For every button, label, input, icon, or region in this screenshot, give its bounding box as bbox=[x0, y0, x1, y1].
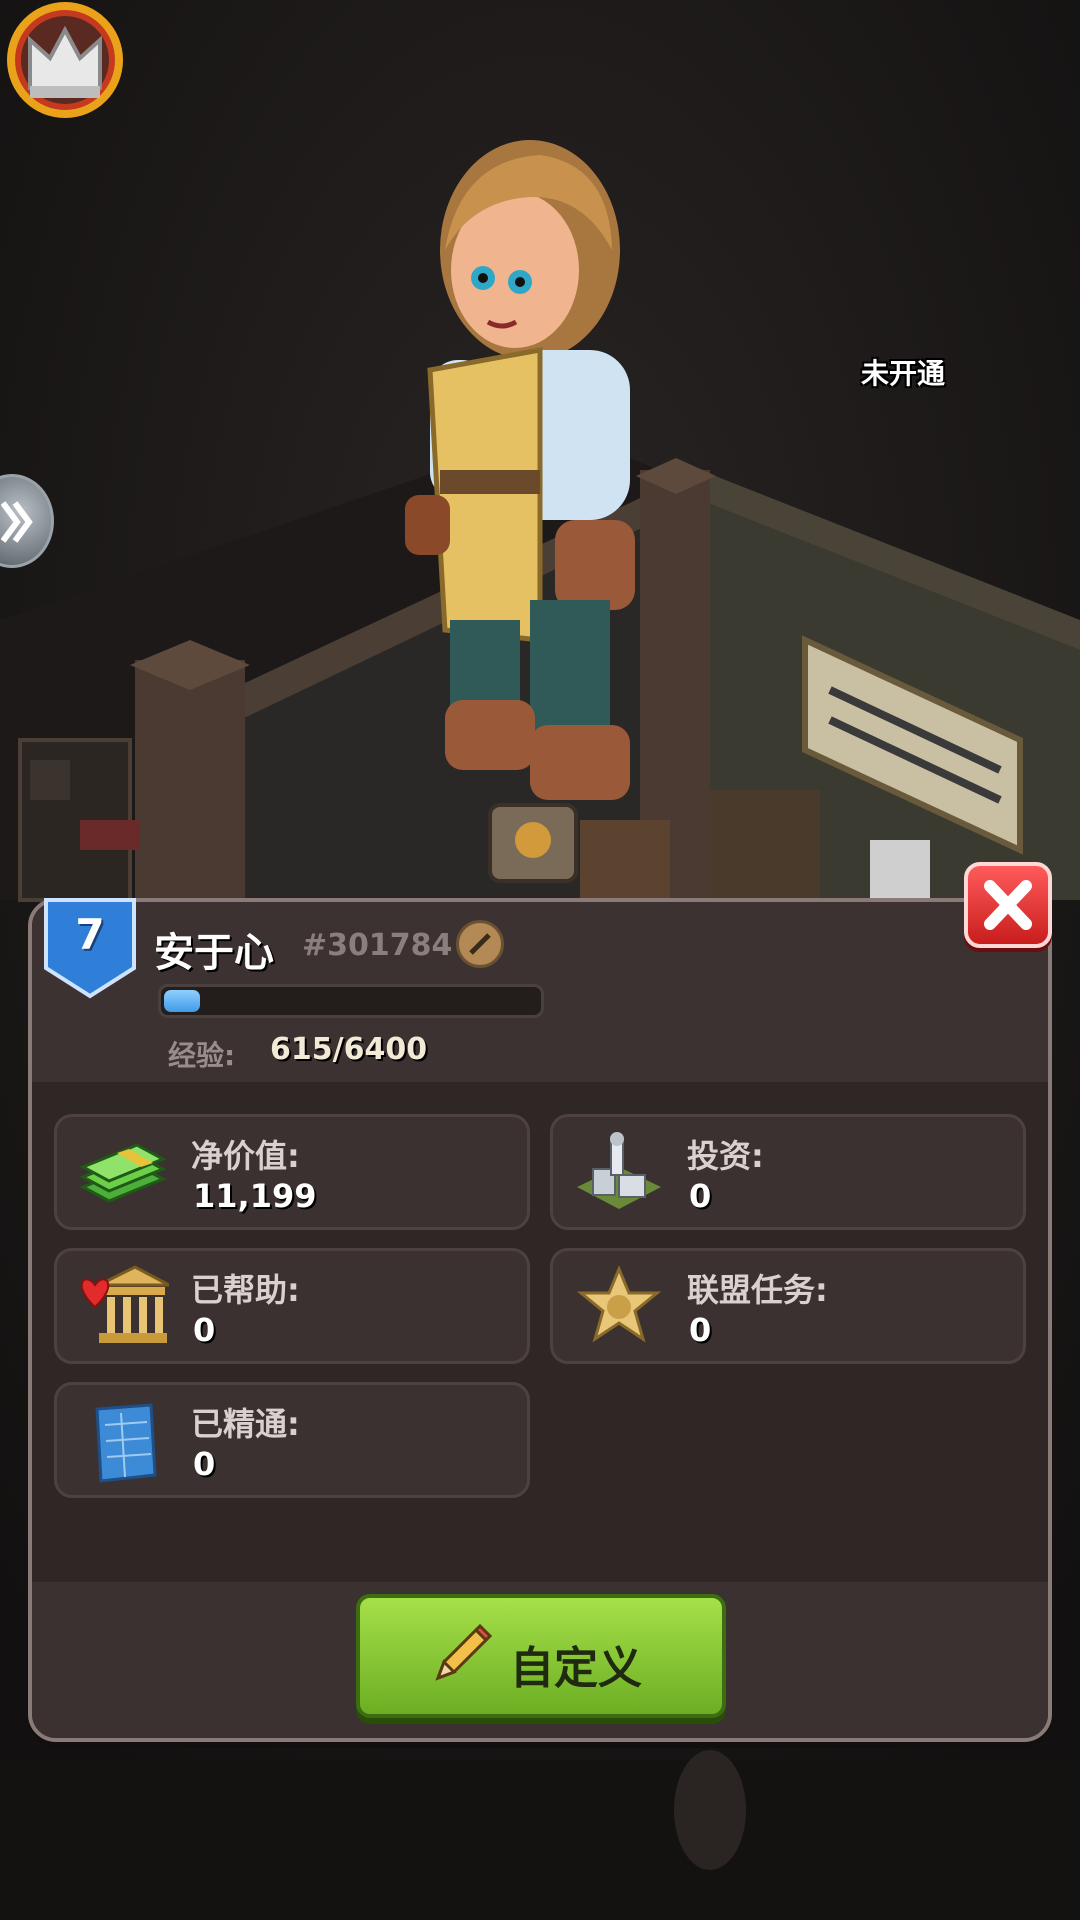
edit-name-button[interactable] bbox=[456, 920, 504, 968]
stat-net-worth: 净价值: 11,199 bbox=[54, 1114, 530, 1230]
stat-label: 净价值: bbox=[191, 1137, 300, 1175]
stat-investment: 投资: 0 bbox=[550, 1114, 1026, 1230]
close-button[interactable] bbox=[964, 862, 1052, 948]
crown-badge-label: 未开通 bbox=[860, 357, 945, 390]
stat-label: 已帮助: bbox=[191, 1271, 300, 1309]
customize-button[interactable]: 自定义 bbox=[356, 1594, 726, 1718]
player-id: #301784 bbox=[302, 928, 453, 963]
stat-value: 0 bbox=[689, 1177, 712, 1215]
profile-panel: 7 安于心 #301784 经验: 615/6400 净价值: 11,199 投… bbox=[28, 898, 1052, 1742]
xp-value: 615/6400 bbox=[270, 1032, 428, 1067]
pencil-icon bbox=[469, 933, 491, 955]
stat-mastered: 已精通: 0 bbox=[54, 1382, 530, 1498]
xp-label: 经验: bbox=[168, 1039, 236, 1072]
level-number: 7 bbox=[75, 910, 105, 959]
player-name: 安于心 bbox=[154, 930, 274, 976]
stat-value: 11,199 bbox=[193, 1177, 317, 1215]
double-chevron-right-icon bbox=[1, 501, 33, 543]
building-complex-icon bbox=[577, 1132, 661, 1209]
stat-label: 投资: bbox=[687, 1137, 764, 1175]
xp-progress-fill bbox=[164, 990, 200, 1012]
charity-bank-heart-icon bbox=[80, 1265, 169, 1343]
customize-button-label: 自定义 bbox=[510, 1643, 642, 1694]
stat-label: 已精通: bbox=[191, 1405, 300, 1443]
stat-helped: 已帮助: 0 bbox=[54, 1248, 530, 1364]
stat-value: 0 bbox=[193, 1445, 216, 1483]
stat-value: 0 bbox=[193, 1311, 216, 1349]
pencil-icon bbox=[435, 1623, 493, 1681]
close-icon bbox=[984, 880, 1032, 930]
blueprint-icon bbox=[95, 1403, 157, 1483]
sheriff-star-icon bbox=[576, 1265, 662, 1343]
stat-alliance-tasks: 联盟任务: 0 bbox=[550, 1248, 1026, 1364]
crown-badge-icon[interactable] bbox=[0, 0, 130, 140]
stat-value: 0 bbox=[689, 1311, 712, 1349]
cash-stack-icon bbox=[79, 1143, 167, 1203]
xp-progress-bar bbox=[158, 984, 544, 1018]
stat-label: 联盟任务: bbox=[687, 1271, 828, 1309]
